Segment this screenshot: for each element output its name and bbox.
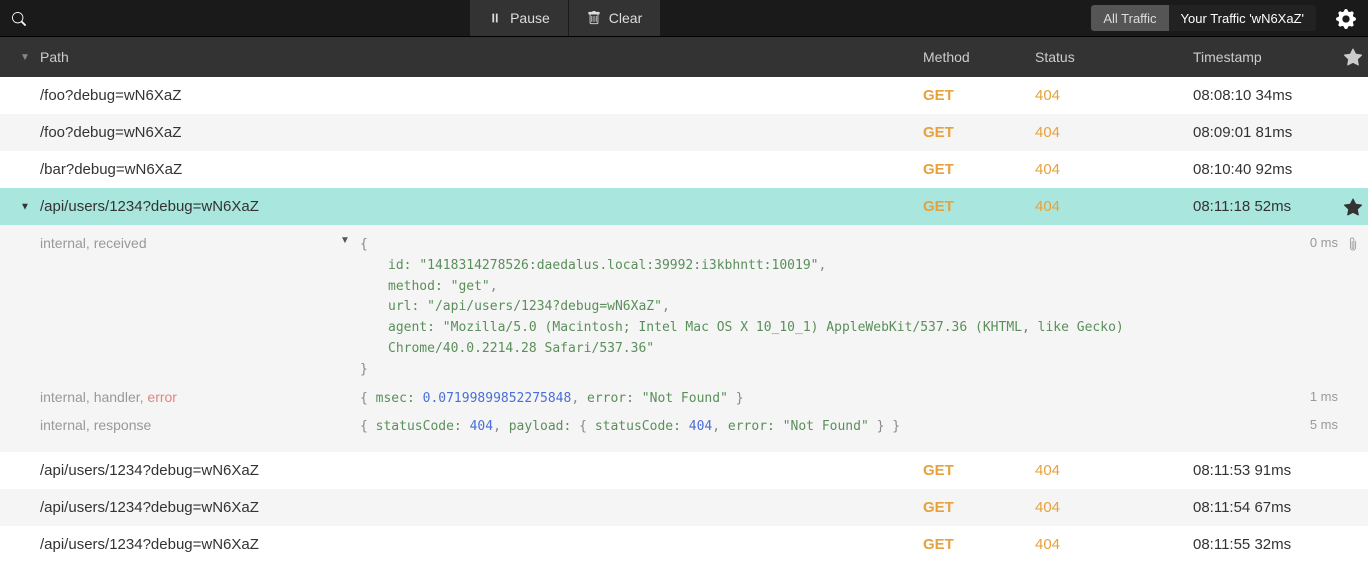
cell-method: GET bbox=[923, 462, 1035, 479]
detail-json: { statusCode: 404, payload: { statusCode… bbox=[360, 417, 1288, 438]
cell-method: GET bbox=[923, 198, 1035, 215]
detail-json: {id: "1418314278526:daedalus.local:39992… bbox=[360, 235, 1288, 381]
header-caret-icon: ▼ bbox=[20, 52, 30, 63]
attachment-icon[interactable] bbox=[1338, 235, 1368, 252]
cell-method: GET bbox=[923, 87, 1035, 104]
cell-status: 404 bbox=[1035, 536, 1193, 553]
table-row[interactable]: /api/users/1234?debug=wN6XaZGET40408:11:… bbox=[0, 526, 1368, 563]
cell-timestamp: 08:08:10 34ms bbox=[1193, 87, 1338, 104]
toolbar: Pause Clear All Traffic Your Traffic 'wN… bbox=[0, 0, 1368, 37]
cell-method: GET bbox=[923, 536, 1035, 553]
detail-handler: internal, handler, error { msec: 0.071998… bbox=[0, 385, 1368, 414]
cell-path: /api/users/1234?debug=wN6XaZ bbox=[0, 536, 923, 553]
details-panel: internal, received▼{id: "1418314278526:d… bbox=[0, 225, 1368, 452]
cell-status: 404 bbox=[1035, 462, 1193, 479]
cell-method: GET bbox=[923, 161, 1035, 178]
table-row[interactable]: /api/users/1234?debug=wN6XaZGET40408:11:… bbox=[0, 489, 1368, 526]
your-traffic-option[interactable]: Your Traffic 'wN6XaZ' bbox=[1169, 5, 1316, 31]
cell-status: 404 bbox=[1035, 87, 1193, 104]
detail-tags: internal, response bbox=[0, 417, 340, 433]
toolbar-buttons: Pause Clear bbox=[469, 0, 660, 36]
cell-path: /foo?debug=wN6XaZ bbox=[0, 124, 923, 141]
cell-method: GET bbox=[923, 499, 1035, 516]
traffic-toggle: All Traffic Your Traffic 'wN6XaZ' bbox=[1091, 5, 1316, 31]
detail-response: internal, response { statusCode: 404, pay… bbox=[0, 413, 1368, 442]
cell-path: /bar?debug=wN6XaZ bbox=[0, 161, 923, 178]
cell-timestamp: 08:09:01 81ms bbox=[1193, 124, 1338, 141]
cell-path: /api/users/1234?debug=wN6XaZ bbox=[0, 499, 923, 516]
search-input[interactable] bbox=[38, 0, 469, 36]
cell-timestamp: 08:11:53 91ms bbox=[1193, 462, 1338, 479]
pause-icon bbox=[488, 11, 502, 26]
table-row[interactable]: /foo?debug=wN6XaZGET40408:09:01 81ms bbox=[0, 114, 1368, 151]
detail-time: 1 ms bbox=[1288, 389, 1338, 404]
detail-tags: internal, received bbox=[0, 235, 340, 251]
cell-status: 404 bbox=[1035, 499, 1193, 516]
star-icon bbox=[1344, 48, 1362, 66]
pause-button[interactable]: Pause bbox=[469, 0, 568, 36]
cell-path: /api/users/1234?debug=wN6XaZ bbox=[0, 462, 923, 479]
cell-status: 404 bbox=[1035, 161, 1193, 178]
gear-icon[interactable] bbox=[1324, 7, 1368, 28]
star-icon bbox=[1344, 198, 1362, 216]
chevron-down-icon[interactable]: ▼ bbox=[340, 235, 360, 246]
detail-json: { msec: 0.07199899852275848, error: "Not… bbox=[360, 389, 1288, 410]
table-header: ▼ Path Method Status Timestamp bbox=[0, 37, 1368, 77]
column-path[interactable]: Path bbox=[0, 49, 923, 65]
table-row[interactable]: /api/users/1234?debug=wN6XaZGET40408:11:… bbox=[0, 188, 1368, 225]
detail-tags: internal, handler, error bbox=[0, 389, 340, 405]
clear-label: Clear bbox=[609, 10, 642, 26]
cell-path: /foo?debug=wN6XaZ bbox=[0, 87, 923, 104]
table-row[interactable]: /api/users/1234?debug=wN6XaZGET40408:11:… bbox=[0, 452, 1368, 489]
cell-path: /api/users/1234?debug=wN6XaZ bbox=[0, 198, 923, 215]
table-row[interactable]: /bar?debug=wN6XaZGET40408:10:40 92ms bbox=[0, 151, 1368, 188]
column-method[interactable]: Method bbox=[923, 49, 1035, 65]
pause-label: Pause bbox=[510, 10, 550, 26]
column-timestamp[interactable]: Timestamp bbox=[1193, 49, 1338, 65]
detail-time: 0 ms bbox=[1288, 235, 1338, 250]
cell-timestamp: 08:11:55 32ms bbox=[1193, 536, 1338, 553]
detail-time: 5 ms bbox=[1288, 417, 1338, 432]
column-status[interactable]: Status bbox=[1035, 49, 1193, 65]
trash-icon bbox=[587, 11, 601, 26]
rows-container: /foo?debug=wN6XaZGET40408:08:10 34ms/foo… bbox=[0, 77, 1368, 563]
cell-status: 404 bbox=[1035, 198, 1193, 215]
search-icon bbox=[0, 10, 38, 26]
cell-timestamp: 08:10:40 92ms bbox=[1193, 161, 1338, 178]
cell-timestamp: 08:11:18 52ms bbox=[1193, 198, 1338, 215]
cell-star[interactable] bbox=[1338, 197, 1368, 215]
table-row[interactable]: /foo?debug=wN6XaZGET40408:08:10 34ms bbox=[0, 77, 1368, 114]
cell-method: GET bbox=[923, 124, 1035, 141]
column-star[interactable] bbox=[1338, 48, 1368, 66]
clear-button[interactable]: Clear bbox=[568, 0, 660, 36]
all-traffic-option[interactable]: All Traffic bbox=[1091, 5, 1168, 31]
cell-status: 404 bbox=[1035, 124, 1193, 141]
detail-received: internal, received▼{id: "1418314278526:d… bbox=[0, 231, 1368, 385]
cell-timestamp: 08:11:54 67ms bbox=[1193, 499, 1338, 516]
